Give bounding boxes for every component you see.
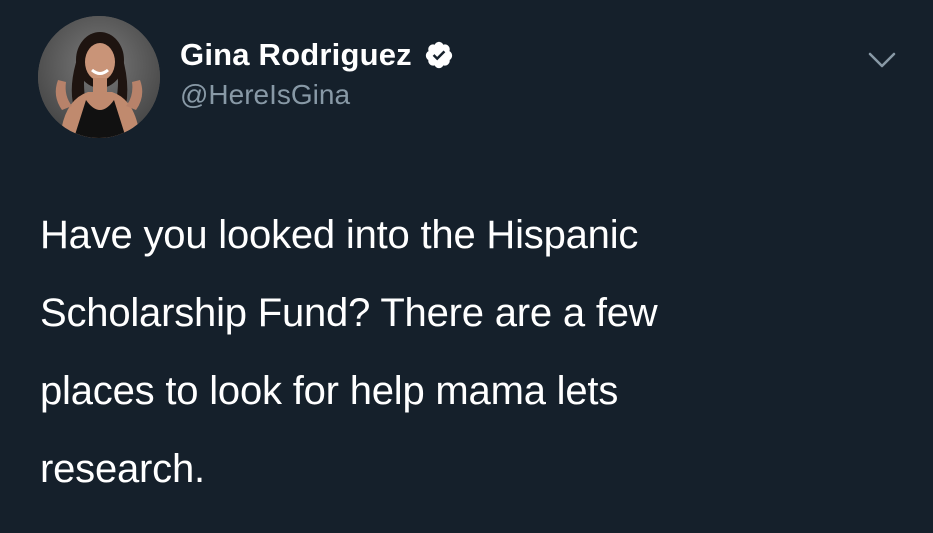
avatar[interactable] [38,16,160,138]
name-row: Gina Rodriguez [180,33,454,77]
user-handle[interactable]: @HereIsGina [180,79,454,111]
chevron-down-icon[interactable] [866,48,898,72]
verified-badge-icon [425,41,452,69]
tweet-text: Have you looked into the Hispanic Schola… [40,213,658,491]
tweet-card: Gina Rodriguez @HereIsGina Have you look… [0,0,933,533]
avatar-photo [38,16,160,138]
display-name[interactable]: Gina Rodriguez [180,37,412,73]
tweet-author: Gina Rodriguez @HereIsGina [180,33,454,111]
